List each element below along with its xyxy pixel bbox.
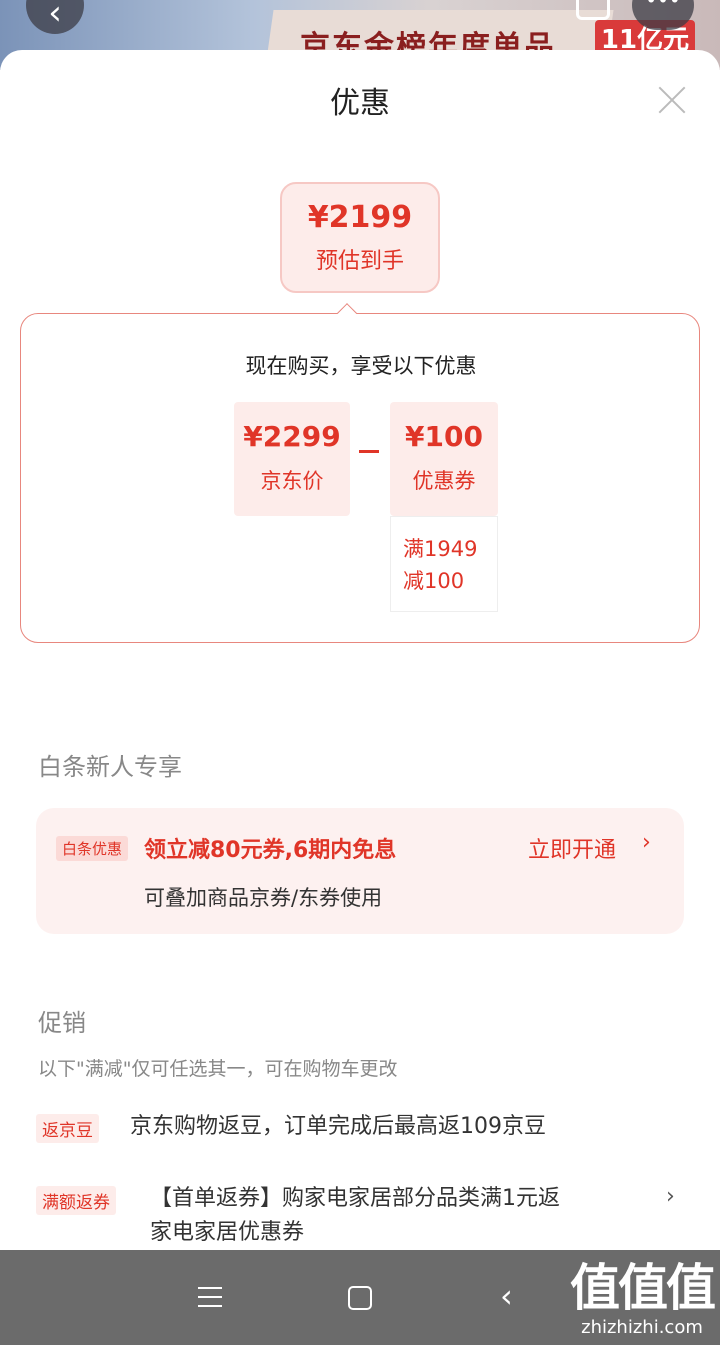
estimated-price-label: 预估到手 [315, 249, 404, 274]
promotion-text-line1: 【首单返券】购家电家居部分品类满1元返 [150, 1186, 560, 1211]
promotion-tag: 返京豆 [36, 1114, 99, 1143]
minus-sign [359, 450, 379, 453]
price-breakdown: 现在购买，享受以下优惠 ¥2299 京东价 ¥100 优惠券 满1949 减10… [20, 313, 700, 643]
baitiao-offer-sub: 可叠加商品京券/东券使用 [144, 886, 383, 910]
promotion-tag: 满额返券 [36, 1186, 116, 1215]
share-icon[interactable] [576, 0, 610, 20]
watermark: 值值值 zhizhizhi.com [568, 1258, 716, 1338]
watermark-logo: 值值值 [570, 1259, 716, 1317]
watermark-url: zhizhizhi.com [581, 1317, 703, 1338]
coupon-condition-line1: 满1949 [403, 537, 478, 561]
baitiao-offer-main: 领立减80元券,6期内免息 [144, 838, 397, 863]
chevron-left-icon[interactable]: ‹ [26, 0, 84, 34]
close-icon[interactable] [652, 80, 692, 120]
estimated-price-box: ¥2199 预估到手 [280, 182, 440, 293]
baitiao-offer-card[interactable]: 白条优惠 领立减80元券,6期内免息 可叠加商品京券/东券使用 立即开通 › [36, 808, 684, 934]
coupon-value: ¥100 [405, 420, 483, 453]
promotion-section-title: 促销 [38, 1009, 86, 1037]
coupon-box: ¥100 优惠券 [390, 402, 498, 516]
chevron-right-icon[interactable]: › [642, 830, 651, 855]
baitiao-tag: 白条优惠 [56, 836, 129, 861]
home-icon[interactable] [348, 1286, 372, 1310]
jd-price-value: ¥2299 [243, 420, 341, 453]
jd-price-box: ¥2299 京东价 [234, 402, 350, 516]
promotion-note: 以下"满减"仅可任选其一，可在购物车更改 [38, 1058, 398, 1080]
baitiao-section-title: 白条新人专享 [38, 753, 182, 781]
coupon-condition-line2: 减100 [403, 569, 465, 593]
back-icon[interactable]: ‹ [500, 1280, 513, 1312]
promotion-text-line2: 家电家居优惠券 [150, 1220, 305, 1245]
promotion-text: 京东购物返豆，订单完成后最高返109京豆 [130, 1114, 546, 1139]
sheet-title: 优惠 [330, 86, 390, 121]
estimated-price: ¥2199 [307, 200, 413, 235]
breakdown-headline: 现在购买，享受以下优惠 [245, 354, 477, 378]
coupon-label: 优惠券 [412, 469, 476, 493]
menu-icon[interactable] [198, 1287, 222, 1307]
chevron-right-icon[interactable]: › [666, 1184, 675, 1209]
coupon-condition: 满1949 减100 [390, 516, 498, 612]
jd-price-label: 京东价 [260, 469, 324, 493]
activate-now-button[interactable]: 立即开通 [528, 832, 616, 864]
discount-sheet: 优惠 ¥2199 预估到手 现在购买，享受以下优惠 ¥2299 京东价 ¥100… [0, 50, 720, 1250]
system-navigation-bar: ‹ 值值值 zhizhizhi.com [0, 1250, 720, 1345]
